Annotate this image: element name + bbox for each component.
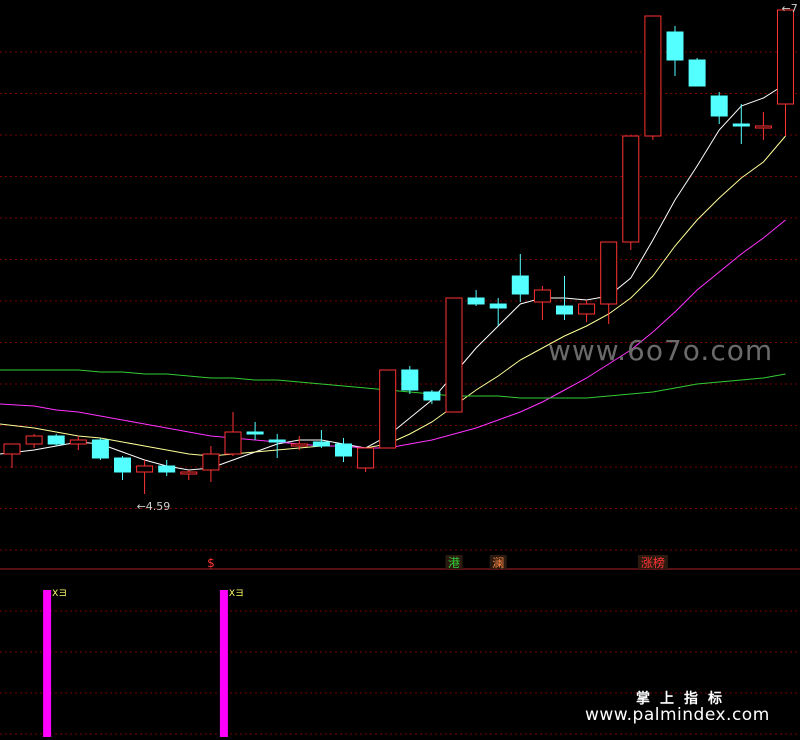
- candle-body-up: [777, 9, 794, 105]
- candle-body-down: [158, 465, 176, 473]
- price-annotation: ←7: [782, 2, 798, 15]
- candle-body-down: [423, 391, 441, 401]
- candle-body-up: [136, 465, 154, 473]
- price-annotation: ←4.59: [137, 500, 171, 513]
- candle-body-up: [69, 439, 87, 445]
- candle-body-up: [600, 241, 618, 305]
- candle-body-up: [202, 453, 220, 471]
- candle-body-down: [511, 275, 529, 295]
- signal-marker: 港: [448, 556, 460, 570]
- signal-marker: $: [207, 556, 215, 570]
- candle-body-up: [644, 15, 662, 137]
- candle-body-down: [47, 435, 65, 445]
- candle-body-up: [622, 135, 640, 243]
- candlestick-chart: ←4.59 ←7 $ 港 澜 涨榜 Xヨ Xヨ: [0, 2, 800, 737]
- candle-body-down: [732, 123, 750, 127]
- candle-body-down: [312, 441, 330, 447]
- candle-body-down: [246, 431, 264, 435]
- candle-body-down: [666, 31, 684, 61]
- candle-body-down: [489, 303, 507, 309]
- watermark-site-url: www.palmindex.com: [585, 705, 770, 725]
- signal-marker: 澜: [492, 556, 504, 570]
- candle-body-up: [445, 297, 463, 413]
- candle-body-down: [91, 439, 109, 459]
- candle-body-down: [114, 457, 131, 473]
- candle-body-down: [556, 305, 573, 315]
- candle-body-up: [533, 289, 551, 303]
- candle-body-up: [180, 471, 198, 475]
- candle-body-down: [710, 95, 728, 117]
- candle-body-up: [754, 125, 772, 129]
- candle-body-up: [379, 369, 397, 449]
- candle-body-down: [335, 443, 352, 457]
- candle-body-up: [357, 447, 375, 469]
- candle-body-down: [401, 369, 419, 391]
- candle-body-down: [467, 297, 485, 305]
- candle-body-up: [25, 435, 43, 445]
- indicator-bar: [43, 590, 52, 737]
- candle-body-up: [290, 443, 308, 447]
- candle-body-up: [578, 303, 596, 315]
- candle-body-down: [268, 439, 286, 443]
- signal-marker: 涨榜: [641, 555, 665, 570]
- watermark-main: www.6o7o.com: [548, 334, 774, 367]
- indicator-bar-label: Xヨ: [52, 589, 67, 599]
- candle-body-up: [224, 431, 242, 455]
- candle-body-down: [688, 59, 706, 87]
- indicator-bar: [219, 590, 228, 737]
- candle-body-up: [3, 443, 21, 455]
- indicator-bar-label: Xヨ: [229, 589, 244, 599]
